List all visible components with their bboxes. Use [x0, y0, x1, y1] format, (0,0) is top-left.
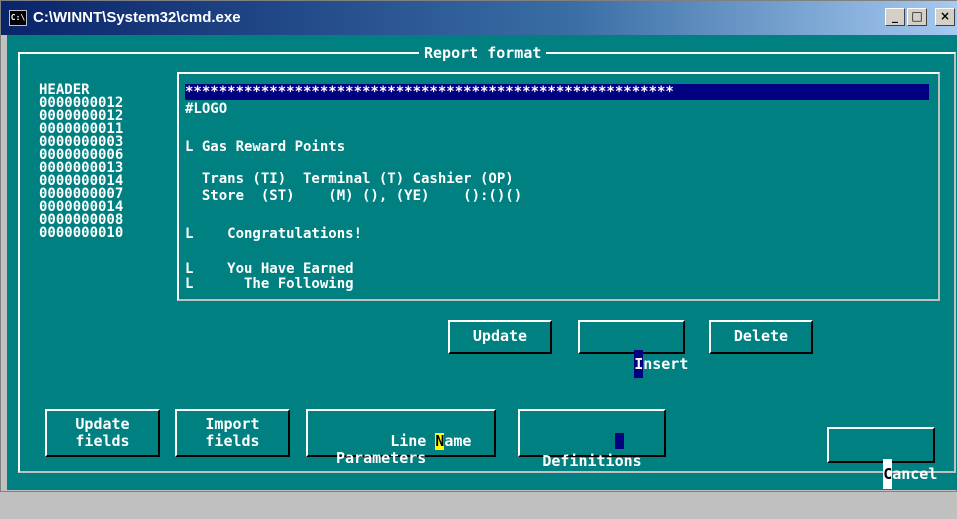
- title-bar[interactable]: C:\ C:\WINNT\System32\cmd.exe _ □ ×: [1, 1, 957, 35]
- button-label: Parameters: [336, 449, 427, 467]
- cancel-button[interactable]: Cancel: [827, 427, 937, 489]
- button-label: Line: [390, 432, 436, 450]
- editor-line[interactable]: Store (ST) (M) (), (YE) ():()(): [185, 189, 522, 204]
- delete-button[interactable]: Delete: [709, 320, 813, 354]
- console-area: Report format HEADER 0000000012 00000000…: [7, 35, 957, 490]
- report-editor[interactable]: ****************************************…: [177, 72, 940, 301]
- window-title: C:\WINNT\System32\cmd.exe: [33, 9, 241, 26]
- console-window: C:\ C:\WINNT\System32\cmd.exe _ □ × Repo…: [0, 0, 957, 492]
- import-fields-button[interactable]: Import fields: [175, 409, 290, 457]
- button-label: ancel: [892, 465, 938, 483]
- row-label: 0000000010: [39, 225, 124, 241]
- selected-line[interactable]: ****************************************…: [185, 84, 929, 100]
- cmd-icon: C:\: [9, 10, 27, 26]
- editor-line[interactable]: L Gas Reward Points: [185, 140, 345, 155]
- hotkey-letter: C: [883, 459, 893, 489]
- editor-line[interactable]: L You Have Earned: [185, 262, 354, 277]
- button-label: nsert: [643, 355, 689, 373]
- button-label: ame: [444, 432, 472, 450]
- editor-line[interactable]: L Congratulations!: [185, 227, 362, 242]
- button-label: Definitions: [542, 452, 642, 470]
- insert-button[interactable]: Insert: [578, 320, 688, 378]
- hotkey-letter: I: [634, 350, 644, 378]
- close-button[interactable]: ×: [935, 8, 955, 26]
- definitions-button[interactable]: Definitions: [518, 409, 666, 470]
- line-name-parameters-button[interactable]: Line Name Parameters: [306, 409, 496, 467]
- panel-title: Report format: [419, 44, 547, 62]
- maximize-button[interactable]: □: [907, 8, 927, 26]
- editor-line[interactable]: Trans (TI) Terminal (T) Cashier (OP): [185, 172, 514, 187]
- editor-line[interactable]: L The Following: [185, 277, 354, 292]
- minimize-button[interactable]: _: [885, 8, 905, 26]
- update-fields-button[interactable]: Update fields: [45, 409, 160, 457]
- editor-line[interactable]: #LOGO: [185, 102, 227, 117]
- update-button[interactable]: Update: [448, 320, 552, 354]
- text-cursor: [614, 433, 624, 449]
